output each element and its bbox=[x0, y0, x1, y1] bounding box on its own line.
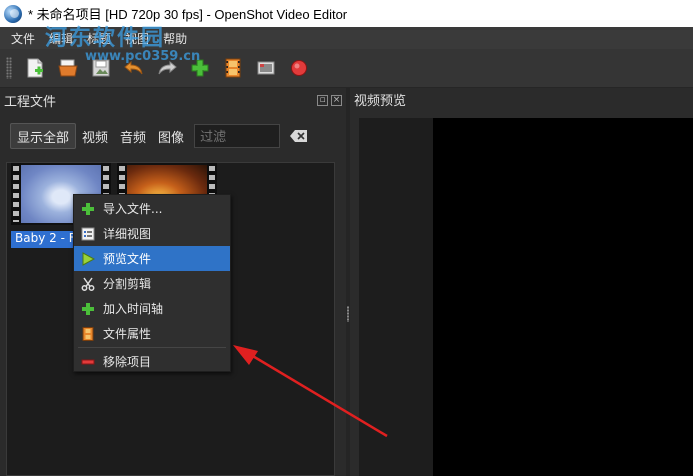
window-title: * 未命名项目 [HD 720p 30 fps] - OpenShot Vide… bbox=[28, 7, 348, 22]
window-titlebar: * 未命名项目 [HD 720p 30 fps] - OpenShot Vide… bbox=[0, 0, 693, 27]
menubar: 文件 编辑 标题 视图 帮助 bbox=[0, 27, 693, 49]
close-panel-icon[interactable]: × bbox=[331, 94, 342, 106]
video-preview-panel: 视频预览 bbox=[350, 88, 693, 476]
filter-tab-video[interactable]: 视频 bbox=[76, 123, 114, 149]
menu-edit[interactable]: 编辑 bbox=[42, 30, 80, 47]
fullscreen-button[interactable] bbox=[253, 55, 279, 81]
menu-help[interactable]: 帮助 bbox=[156, 30, 194, 47]
video-preview-title: 视频预览 bbox=[354, 94, 407, 109]
project-files-title: 工程文件 bbox=[4, 94, 57, 110]
import-files-button[interactable] bbox=[187, 55, 213, 81]
film-icon bbox=[81, 326, 95, 341]
file-context-menu: 导入文件... 详细视图 预览文件 分割剪辑 加入时间轴 文件属性 移除项目 bbox=[73, 194, 231, 372]
undo-icon bbox=[124, 60, 143, 75]
menu-item-label: 文件属性 bbox=[103, 327, 152, 341]
add-icon bbox=[81, 302, 95, 316]
menu-item-remove-item[interactable]: 移除项目 bbox=[74, 349, 230, 374]
float-panel-icon[interactable]: ▫ bbox=[317, 94, 328, 106]
menu-file[interactable]: 文件 bbox=[4, 30, 42, 47]
details-view-icon bbox=[81, 227, 95, 241]
filter-search-input[interactable] bbox=[194, 124, 281, 148]
panel-controls: ▫ × bbox=[317, 94, 342, 106]
open-folder-icon bbox=[58, 59, 78, 77]
menu-separator bbox=[78, 347, 226, 348]
menu-item-split-clip[interactable]: 分割剪辑 bbox=[74, 271, 230, 296]
scissors-icon bbox=[81, 277, 95, 291]
main-toolbar bbox=[0, 49, 693, 88]
menu-item-import-files[interactable]: 导入文件... bbox=[74, 196, 230, 221]
add-icon bbox=[191, 59, 209, 77]
menu-item-add-to-timeline[interactable]: 加入时间轴 bbox=[74, 296, 230, 321]
video-preview-area bbox=[359, 118, 693, 476]
redo-icon bbox=[158, 60, 177, 75]
undo-button[interactable] bbox=[121, 55, 147, 81]
menu-item-label: 导入文件... bbox=[103, 202, 163, 216]
film-icon bbox=[225, 58, 241, 78]
toolbar-grip-handle[interactable] bbox=[6, 57, 12, 79]
redo-button[interactable] bbox=[154, 55, 180, 81]
save-icon bbox=[92, 59, 110, 77]
file-filter-bar: 显示全部 视频 音频 图像 bbox=[10, 122, 330, 150]
project-files-header: 工程文件 ▫ × bbox=[0, 88, 346, 112]
menu-item-label: 移除项目 bbox=[103, 355, 152, 369]
splitter-grip-icon bbox=[347, 306, 349, 322]
add-icon bbox=[81, 202, 95, 216]
filter-tab-audio[interactable]: 音频 bbox=[114, 123, 152, 149]
menu-item-label: 加入时间轴 bbox=[103, 302, 164, 316]
new-project-button[interactable] bbox=[22, 55, 48, 81]
export-video-button[interactable] bbox=[286, 55, 312, 81]
menu-item-label: 预览文件 bbox=[103, 252, 152, 266]
filter-tab-all[interactable]: 显示全部 bbox=[10, 123, 77, 149]
clear-input-icon bbox=[290, 130, 308, 142]
menu-item-file-properties[interactable]: 文件属性 bbox=[74, 321, 230, 346]
play-icon bbox=[81, 251, 95, 266]
menu-view[interactable]: 视图 bbox=[118, 30, 156, 47]
openshot-logo-icon bbox=[4, 4, 22, 23]
open-project-button[interactable] bbox=[55, 55, 81, 81]
clear-filter-button[interactable] bbox=[290, 129, 308, 143]
menu-item-label: 详细视图 bbox=[103, 227, 152, 241]
choose-profile-button[interactable] bbox=[220, 55, 246, 81]
fullscreen-icon bbox=[257, 61, 275, 75]
filter-tab-image[interactable]: 图像 bbox=[152, 123, 190, 149]
video-preview-screen[interactable] bbox=[433, 118, 693, 476]
new-file-icon bbox=[27, 58, 43, 78]
remove-icon bbox=[81, 355, 95, 369]
save-project-button[interactable] bbox=[88, 55, 114, 81]
menu-item-details-view[interactable]: 详细视图 bbox=[74, 221, 230, 246]
record-icon bbox=[291, 60, 307, 76]
menu-title[interactable]: 标题 bbox=[80, 30, 118, 47]
menu-item-label: 分割剪辑 bbox=[103, 277, 152, 291]
menu-item-preview-file[interactable]: 预览文件 bbox=[74, 246, 230, 271]
